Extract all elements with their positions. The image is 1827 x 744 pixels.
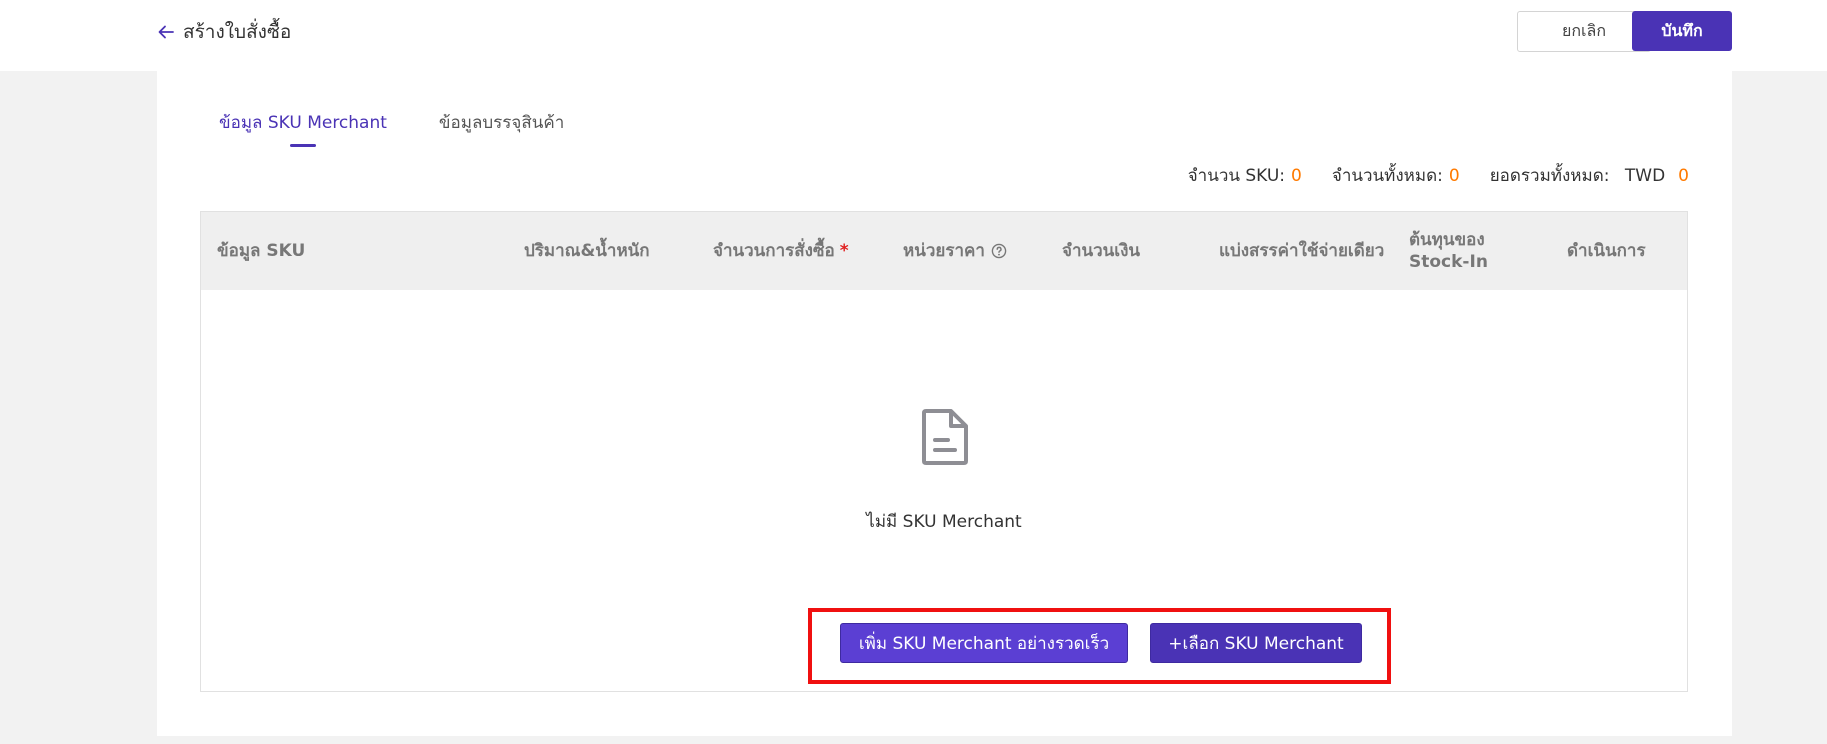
select-sku-merchant-button[interactable]: +เลือก SKU Merchant — [1150, 623, 1362, 663]
back-link[interactable]: สร้างใบสั่งซื้อ — [157, 17, 291, 47]
column-header-unit-price: หน่วยราคา — [903, 212, 1053, 290]
column-header-order-quantity: จำนวนการสั่งซื้อ * — [713, 241, 849, 261]
cancel-button[interactable]: ยกเลิก — [1517, 11, 1651, 52]
column-header-cost-allocation: แบ่งสรรค่าใช้จ่ายเดียว — [1219, 241, 1385, 261]
help-circle-icon[interactable] — [991, 243, 1007, 259]
main-card: ข้อมูล SKU Merchant ข้อมูลบรรจุสินค้า จำ… — [157, 71, 1732, 736]
page-title: สร้างใบสั่งซื้อ — [183, 21, 292, 43]
total-amount-label: ยอดรวมทั้งหมด: — [1489, 166, 1610, 186]
table-header: ข้อมูล SKU ปริมาณ&น้ำหนัก จำนวนการสั่งซื… — [201, 212, 1687, 290]
quick-add-sku-merchant-button[interactable]: เพิ่ม SKU Merchant อย่างรวดเร็ว — [840, 623, 1128, 663]
total-quantity-value: 0 — [1448, 166, 1460, 186]
tab-bar: ข้อมูล SKU Merchant ข้อมูลบรรจุสินค้า — [219, 111, 564, 151]
column-header-volume-weight: ปริมาณ&น้ำหนัก — [524, 241, 650, 261]
sku-count-value: 0 — [1291, 166, 1302, 186]
document-icon — [922, 409, 968, 465]
save-button[interactable]: บันทึก — [1632, 11, 1732, 51]
empty-message: ไม่มี SKU Merchant — [866, 512, 1022, 532]
currency-label: TWD — [1624, 166, 1666, 186]
total-amount-value: 0 — [1678, 166, 1689, 186]
column-header-amount: จำนวนเงิน — [1062, 241, 1141, 261]
sku-count: จำนวน SKU: 0 — [1188, 162, 1302, 189]
arrow-left-icon[interactable] — [157, 23, 175, 41]
tab-packaging-info[interactable]: ข้อมูลบรรจุสินค้า — [439, 111, 564, 147]
column-header-stock-in-cost: ต้นทุนของ Stock-In — [1409, 230, 1488, 272]
column-header-actions: ดำเนินการ — [1567, 241, 1646, 261]
total-quantity: จำนวนทั้งหมด: 0 — [1332, 162, 1460, 189]
order-summary: จำนวน SKU: 0 จำนวนทั้งหมด: 0 ยอดรวมทั้งหมด… — [1188, 162, 1689, 189]
tab-sku-merchant-info[interactable]: ข้อมูล SKU Merchant — [219, 111, 387, 147]
total-amount: ยอดรวมทั้งหมด: TWD 0 — [1490, 162, 1689, 189]
sku-count-label: จำนวน SKU: — [1187, 166, 1286, 186]
column-header-sku-info: ข้อมูล SKU — [217, 241, 306, 261]
top-bar: สร้างใบสั่งซื้อ ยกเลิก บันทึก — [0, 0, 1827, 71]
required-asterisk: * — [839, 241, 849, 261]
total-quantity-label: จำนวนทั้งหมด: — [1331, 166, 1443, 186]
